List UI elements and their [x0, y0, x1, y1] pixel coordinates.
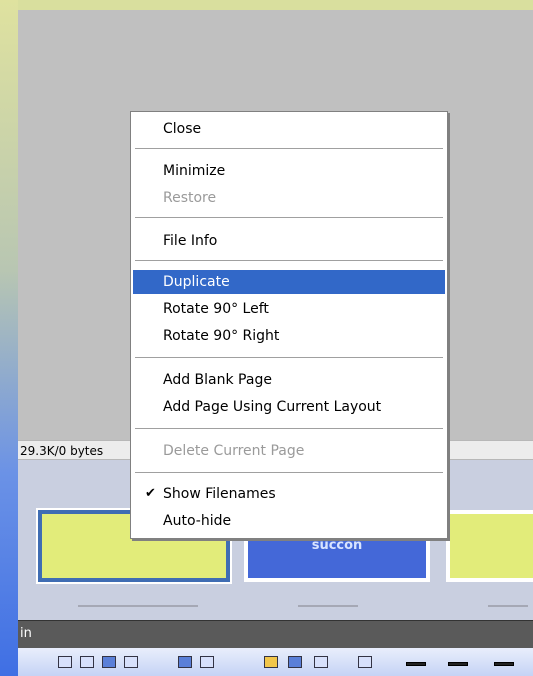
- menu-separator: [135, 217, 443, 219]
- toolbar-icon[interactable]: [264, 656, 278, 668]
- menu-separator: [135, 428, 443, 430]
- menu-item-rotate-left[interactable]: Rotate 90° Left: [133, 297, 445, 321]
- menu-separator: [135, 357, 443, 359]
- toolbar-icon[interactable]: [200, 656, 214, 668]
- menu-item-add-blank-page[interactable]: Add Blank Page: [133, 368, 445, 392]
- taskbar-toolbar: [18, 648, 533, 676]
- menu-item-close[interactable]: Close: [133, 117, 445, 141]
- toolbar-icon[interactable]: [178, 656, 192, 668]
- toolbar-icon[interactable]: [58, 656, 72, 668]
- toolbar-icon[interactable]: [102, 656, 116, 668]
- toolbar-icon[interactable]: [124, 656, 138, 668]
- thumbnail-caption: succon: [311, 538, 363, 553]
- top-strip: [0, 0, 533, 10]
- toolbar-icon[interactable]: [448, 662, 468, 666]
- menu-item-delete-current-page: Delete Current Page: [163, 443, 305, 459]
- menu-item-rotate-right[interactable]: Rotate 90° Right: [133, 324, 445, 348]
- thumbnail-label-line: [488, 605, 528, 607]
- menu-item-add-page-current-layout[interactable]: Add Page Using Current Layout: [133, 395, 445, 419]
- toolbar-icon[interactable]: [80, 656, 94, 668]
- toolbar-icon[interactable]: [406, 662, 426, 666]
- toolbar-icon[interactable]: [358, 656, 372, 668]
- menu-separator: [135, 148, 443, 150]
- left-strip: [0, 0, 18, 676]
- thumbnail-label-line: [298, 605, 358, 607]
- menu-separator: [135, 260, 443, 262]
- window-title: in: [20, 626, 32, 641]
- menu-item-restore: Restore: [163, 190, 217, 206]
- toolbar-icon[interactable]: [494, 662, 514, 666]
- menu-item-file-info[interactable]: File Info: [133, 229, 445, 253]
- toolbar-icon[interactable]: [314, 656, 328, 668]
- menu-separator: [135, 472, 443, 474]
- menu-item-minimize[interactable]: Minimize: [133, 159, 445, 183]
- toolbar-icon[interactable]: [288, 656, 302, 668]
- menu-item-show-filenames[interactable]: ✔ Show Filenames: [133, 482, 445, 506]
- thumbnail-label-line: [78, 605, 198, 607]
- thumbnail-3[interactable]: [446, 510, 533, 582]
- window-title-bar[interactable]: in: [18, 620, 533, 648]
- context-menu: Close Minimize Restore File Info Duplica…: [130, 111, 448, 539]
- menu-item-auto-hide[interactable]: Auto-hide: [133, 509, 445, 533]
- checkmark-icon: ✔: [145, 486, 156, 501]
- menu-item-duplicate[interactable]: Duplicate: [133, 270, 445, 294]
- file-size-text: 29.3K/0 bytes: [20, 444, 104, 458]
